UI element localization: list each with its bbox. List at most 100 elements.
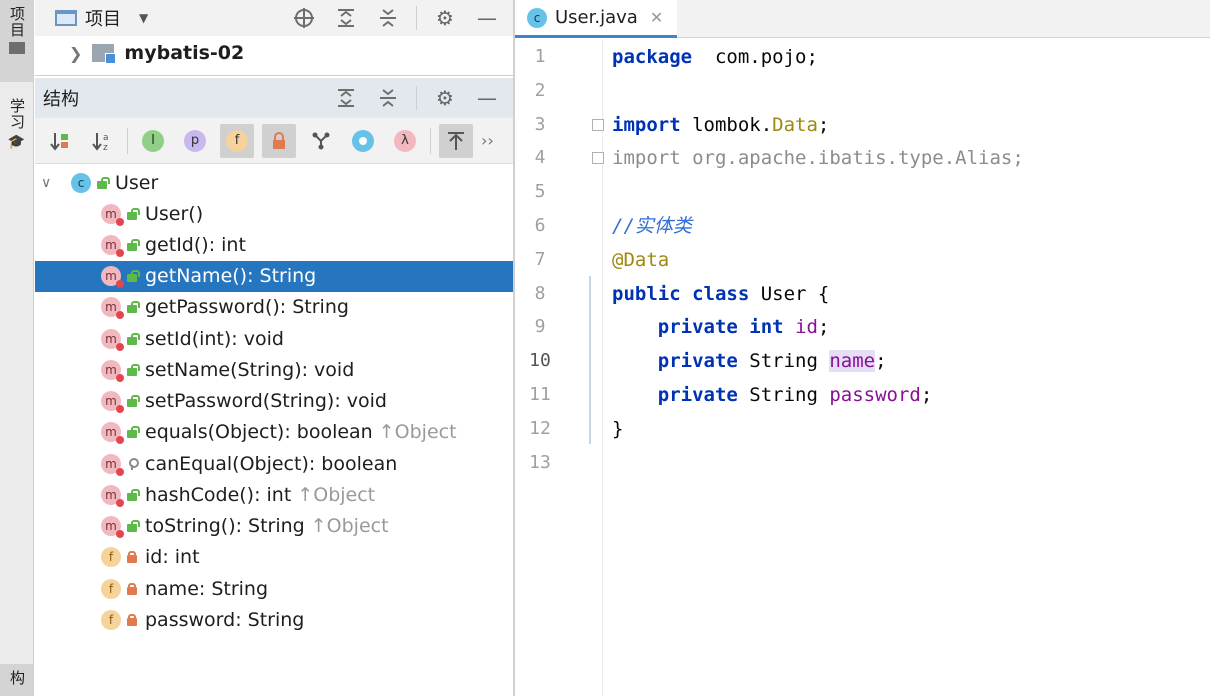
structure-panel-header: 结构 ⚙ —: [35, 78, 513, 118]
module-node-mybatis-02[interactable]: ❯ mybatis-02: [69, 42, 244, 64]
code-token: Data: [772, 113, 818, 136]
tree-method-item[interactable]: m setPassword(String): void: [35, 386, 513, 417]
inherited-from-label: ↑Object: [378, 421, 457, 444]
public-icon: [127, 207, 140, 220]
code-token: com.pojo;: [692, 46, 818, 68]
tree-method-item[interactable]: m canEqual(Object): boolean: [35, 448, 513, 479]
code-line[interactable]: private String name;: [612, 344, 887, 378]
collapse-all-icon[interactable]: [374, 84, 402, 112]
member-label: equals(Object): boolean: [145, 421, 373, 444]
code-token: private: [657, 384, 738, 406]
sort-by-visibility-icon[interactable]: [43, 124, 77, 158]
show-lombok-icon[interactable]: [304, 124, 338, 158]
tree-method-item[interactable]: m getId(): int: [35, 229, 513, 260]
member-label: setPassword(String): void: [145, 390, 387, 412]
expand-all-icon[interactable]: [332, 84, 360, 112]
toolbar-separator: [430, 127, 431, 154]
project-panel-title: 项目: [85, 9, 121, 30]
code-line[interactable]: private String password;: [612, 378, 933, 412]
tool-tab-structure[interactable]: 构: [0, 664, 33, 696]
line-number: 1: [534, 46, 546, 67]
editor-tab-label: User.java: [555, 7, 638, 28]
fold-marker-icon[interactable]: [592, 152, 604, 164]
tool-tab-project[interactable]: 项目: [0, 0, 33, 82]
editor-tab-bar: c User.java ✕: [515, 0, 1210, 38]
code-line[interactable]: @Data: [612, 243, 669, 277]
code-line[interactable]: import lombok.Data;: [612, 108, 829, 142]
settings-gear-icon[interactable]: ⚙: [431, 84, 459, 112]
expand-all-icon[interactable]: [332, 4, 360, 32]
line-number: 13: [529, 451, 551, 473]
editor-tab-user-java[interactable]: c User.java ✕: [515, 0, 678, 38]
method-icon: m: [101, 516, 124, 538]
tree-field-item[interactable]: f password: String: [35, 604, 513, 635]
minimize-icon[interactable]: —: [473, 84, 501, 112]
project-view-selector[interactable]: 项目 ▼: [35, 5, 148, 31]
module-name: mybatis-02: [124, 42, 245, 64]
public-icon: [127, 426, 140, 439]
tree-method-item[interactable]: m hashCode(): int ↑Object: [35, 479, 513, 510]
structure-panel-title: 结构: [43, 89, 79, 110]
minimize-icon[interactable]: —: [473, 4, 501, 32]
public-icon: [127, 301, 140, 314]
lambdas-icon[interactable]: λ: [388, 124, 422, 158]
method-icon: m: [101, 297, 124, 320]
locate-icon[interactable]: [290, 4, 318, 32]
tree-field-item[interactable]: f id: int: [35, 542, 513, 573]
chevron-down-icon[interactable]: ∨: [41, 175, 55, 191]
tree-root-user-class[interactable]: ∨ c User: [35, 167, 513, 198]
show-properties-icon[interactable]: p: [178, 124, 212, 158]
tool-tab-learn-label: 学习: [8, 98, 26, 130]
inherited-from-label: ↑Object: [297, 483, 376, 506]
field-icon: f: [101, 578, 121, 599]
code-token: @Data: [612, 248, 670, 271]
code-token: import org.apache.ibatis.type.Alias;: [612, 147, 1024, 170]
show-inherited-icon[interactable]: I: [136, 124, 170, 158]
code-line[interactable]: import org.apache.ibatis.type.Alias;: [612, 141, 1024, 175]
code-token: String: [737, 384, 830, 406]
member-label: id: int: [145, 546, 200, 569]
fold-marker-icon[interactable]: [592, 119, 604, 131]
tree-method-item[interactable]: m User(): [35, 198, 513, 229]
svg-text:a: a: [103, 133, 109, 143]
settings-gear-icon[interactable]: ⚙: [431, 4, 459, 32]
public-icon: [127, 363, 140, 376]
structure-toolbar: az I p f λ ››: [35, 118, 513, 164]
anonymous-classes-icon[interactable]: [346, 124, 380, 158]
show-fields-icon[interactable]: f: [220, 123, 254, 158]
tree-method-item[interactable]: m setId(int): void: [35, 323, 513, 354]
method-icon: m: [101, 203, 124, 226]
structure-tree: ∨ c User m User() m getId(): int m getName():…: [35, 165, 513, 696]
code-editor[interactable]: package com.pojo; import lombok.Data; impo…: [603, 39, 1210, 696]
close-tab-icon[interactable]: ✕: [650, 8, 663, 27]
member-label: toString(): String: [145, 515, 305, 537]
sort-alphabetically-icon[interactable]: az: [85, 124, 119, 158]
tree-field-item[interactable]: f name: String: [35, 573, 513, 604]
show-non-public-icon[interactable]: [262, 123, 296, 158]
tree-method-item[interactable]: m getPassword(): String: [35, 292, 513, 323]
public-icon: [97, 176, 110, 189]
tree-method-item[interactable]: m toString(): String ↑Object: [35, 511, 513, 542]
code-token: private: [657, 350, 738, 373]
code-line[interactable]: package com.pojo;: [612, 40, 818, 74]
code-token: ;: [817, 113, 830, 136]
collapse-all-icon[interactable]: [374, 4, 402, 32]
protected-key-icon: [127, 457, 139, 470]
line-number: 10: [529, 350, 551, 372]
autoscroll-from-source-icon[interactable]: [439, 123, 473, 158]
tree-method-item[interactable]: m equals(Object): boolean ↑Object: [35, 417, 513, 448]
code-line[interactable]: public class User {: [612, 277, 829, 311]
tree-method-item[interactable]: m getName(): String: [35, 260, 513, 292]
chevron-right-icon[interactable]: ❯: [69, 44, 82, 63]
code-line[interactable]: private int id;: [612, 310, 830, 344]
toolbar-separator: [416, 6, 417, 30]
more-actions-icon[interactable]: ››: [481, 131, 494, 150]
code-line[interactable]: }: [612, 412, 623, 446]
code-line[interactable]: //实体类: [612, 209, 692, 243]
tree-method-item[interactable]: m setName(String): void: [35, 354, 513, 385]
code-token: ;: [817, 316, 830, 339]
public-icon: [127, 395, 140, 407]
tool-tab-learn[interactable]: 学习 🎓: [0, 92, 33, 158]
